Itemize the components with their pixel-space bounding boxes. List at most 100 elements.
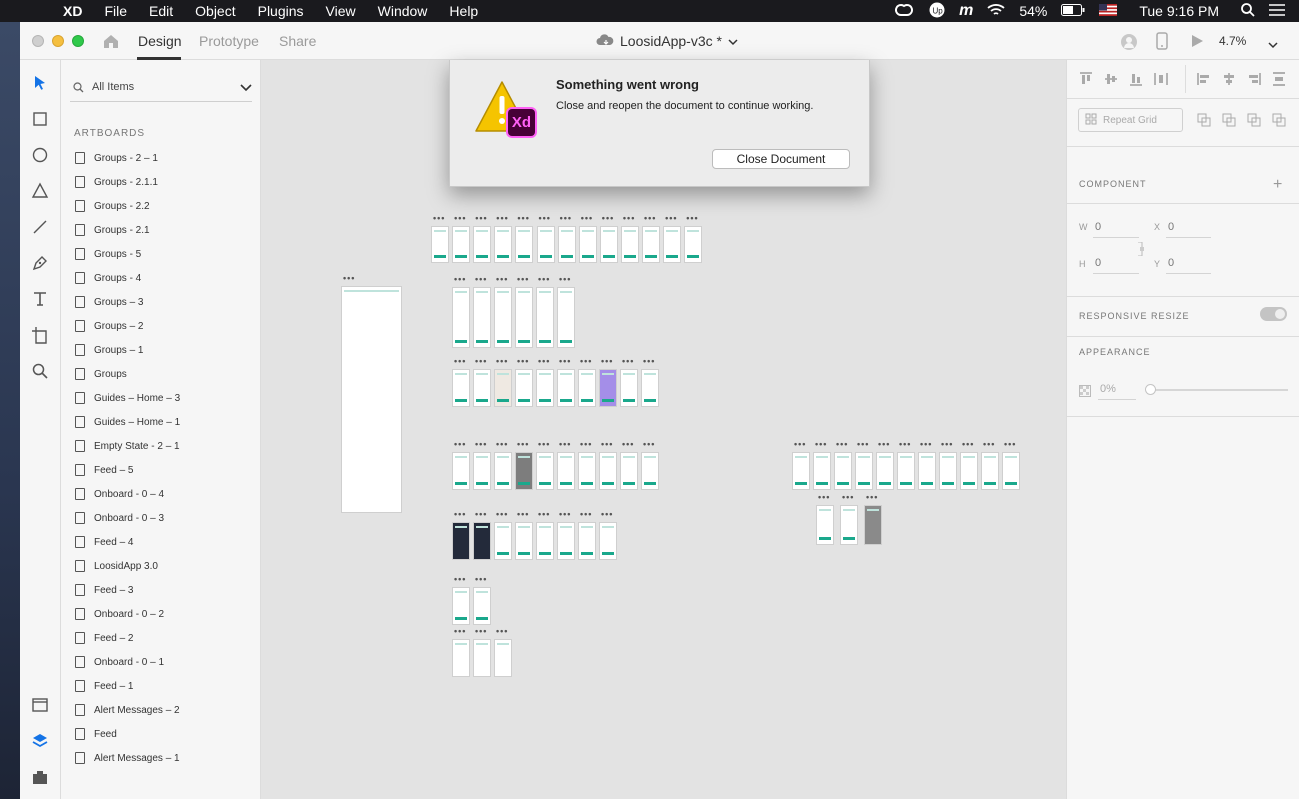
- artboard-list-item[interactable]: Groups - 2.1: [75, 220, 150, 240]
- artboard-thumbnail[interactable]: [515, 287, 533, 348]
- artboard-thumbnail[interactable]: [557, 522, 575, 560]
- distribute-vertical-icon[interactable]: [1154, 72, 1168, 91]
- artboard-thumbnail[interactable]: [473, 522, 491, 560]
- rectangle-tool-icon[interactable]: [31, 110, 49, 128]
- artboard-thumbnail[interactable]: [876, 452, 894, 490]
- artboard-thumbnail[interactable]: [473, 639, 491, 677]
- artboard-thumbnail[interactable]: [494, 522, 512, 560]
- polygon-tool-icon[interactable]: [31, 182, 49, 200]
- artboard-thumbnail[interactable]: [494, 287, 512, 348]
- artboard-list-item[interactable]: Feed – 4: [75, 532, 133, 552]
- artboard-list-item[interactable]: Onboard - 0 – 2: [75, 604, 164, 624]
- artboard-list-item[interactable]: Onboard - 0 – 3: [75, 508, 164, 528]
- artboard-thumbnail[interactable]: [840, 505, 858, 545]
- artboard-thumbnail[interactable]: [1002, 452, 1020, 490]
- artboard-thumbnail[interactable]: [494, 452, 512, 490]
- artboard-thumbnail[interactable]: [684, 226, 703, 263]
- pen-tool-icon[interactable]: [31, 254, 49, 272]
- artboard-thumbnail[interactable]: [536, 287, 554, 348]
- artboard-thumbnail[interactable]: [557, 226, 576, 263]
- battery-icon[interactable]: [1061, 3, 1085, 19]
- artboard-thumbnail[interactable]: [816, 505, 834, 545]
- artboard-thumbnail[interactable]: [557, 287, 575, 348]
- artboard-thumbnail[interactable]: [473, 452, 491, 490]
- menubar-clock[interactable]: Tue 9:16 PM: [1131, 3, 1227, 19]
- artboard-list-item[interactable]: Guides – Home – 3: [75, 388, 180, 408]
- zoom-chevron-down-icon[interactable]: [1268, 36, 1278, 54]
- wifi-icon[interactable]: [987, 3, 1005, 20]
- artboard-thumbnail[interactable]: [452, 587, 470, 625]
- artboard-thumbnail[interactable]: [642, 226, 660, 263]
- artboard-list-item[interactable]: Groups - 2.1.1: [75, 172, 158, 192]
- artboard-thumbnail[interactable]: [536, 522, 554, 560]
- artboard-thumbnail[interactable]: [557, 369, 575, 407]
- artboard-list-item[interactable]: Groups – 3: [75, 292, 143, 312]
- artboard-thumbnail[interactable]: [855, 452, 873, 490]
- control-center-icon[interactable]: [1269, 3, 1285, 19]
- align-center-icon[interactable]: [1222, 72, 1236, 91]
- artboard-list-item[interactable]: LoosidApp 3.0: [75, 556, 158, 576]
- artboard-thumbnail[interactable]: [599, 522, 617, 560]
- maximize-window-button[interactable]: [72, 35, 84, 47]
- height-field[interactable]: 0: [1095, 257, 1101, 269]
- artboard-thumbnail[interactable]: [473, 369, 491, 407]
- artboard-thumbnail[interactable]: [641, 452, 659, 490]
- artboard-list-item[interactable]: Groups – 1: [75, 340, 143, 360]
- lock-aspect-icon[interactable]: [1137, 241, 1145, 261]
- boolean-exclude-icon[interactable]: [1272, 113, 1286, 132]
- artboard-thumbnail[interactable]: [473, 587, 491, 625]
- artboard-list-item[interactable]: Alert Messages – 2: [75, 700, 180, 720]
- artboard-thumbnail[interactable]: [515, 452, 533, 490]
- add-component-icon[interactable]: +: [1273, 176, 1282, 194]
- boolean-intersect-icon[interactable]: [1247, 113, 1261, 132]
- tab-design[interactable]: Design: [138, 33, 182, 49]
- share-user-icon[interactable]: [1120, 33, 1138, 56]
- responsive-resize-toggle[interactable]: [1260, 307, 1287, 321]
- opacity-slider-handle[interactable]: [1145, 384, 1156, 395]
- artboard-thumbnail[interactable]: [939, 452, 957, 490]
- artboard-tool-icon[interactable]: [31, 326, 49, 344]
- artboard-list-item[interactable]: Groups - 4: [75, 268, 141, 288]
- artboard-thumbnail[interactable]: [620, 226, 639, 263]
- tab-prototype[interactable]: Prototype: [199, 33, 259, 49]
- artboard-list-item[interactable]: Feed – 1: [75, 676, 133, 696]
- distribute-horizontal-icon[interactable]: [1272, 72, 1286, 91]
- close-document-button[interactable]: Close Document: [712, 149, 850, 169]
- repeat-grid-button[interactable]: Repeat Grid: [1078, 108, 1183, 132]
- artboard-thumbnail[interactable]: [536, 452, 554, 490]
- flag-us-icon[interactable]: [1099, 3, 1118, 19]
- artboard-thumbnail[interactable]: [813, 452, 831, 490]
- artboard-thumbnail[interactable]: [663, 226, 682, 263]
- artboard-thumbnail[interactable]: [452, 287, 470, 348]
- spotlight-search-icon[interactable]: [1241, 2, 1255, 20]
- artboard-thumbnail[interactable]: [494, 639, 512, 677]
- menu-plugins[interactable]: Plugins: [247, 0, 315, 22]
- artboard-list-item[interactable]: Groups - 2.2: [75, 196, 150, 216]
- artboard-list-item[interactable]: Feed – 2: [75, 628, 133, 648]
- artboard-thumbnail[interactable]: [960, 452, 978, 490]
- artboard-thumbnail[interactable]: [452, 369, 470, 407]
- menu-file[interactable]: File: [93, 0, 138, 22]
- artboard-list-item[interactable]: Onboard - 0 – 1: [75, 652, 164, 672]
- script-m-icon[interactable]: m: [959, 2, 973, 20]
- document-title-menu[interactable]: LoosidApp-v3c *: [596, 33, 738, 49]
- artboard-thumbnail[interactable]: [834, 452, 852, 490]
- device-preview-icon[interactable]: [1156, 32, 1168, 55]
- artboard-thumbnail[interactable]: [494, 226, 513, 263]
- align-left-icon[interactable]: [1197, 72, 1211, 91]
- artboard-thumbnail[interactable]: [452, 226, 471, 263]
- artboard-thumbnail[interactable]: [515, 369, 533, 407]
- artboard-thumbnail[interactable]: [641, 369, 659, 407]
- artboard-thumbnail[interactable]: [599, 369, 617, 407]
- artboard-thumbnail[interactable]: [452, 639, 470, 677]
- artboard-thumbnail[interactable]: [473, 287, 491, 348]
- menu-app-name[interactable]: XD: [52, 0, 93, 22]
- assets-panel-icon[interactable]: [31, 696, 49, 714]
- artboard-thumbnail[interactable]: [981, 452, 999, 490]
- artboard-thumbnail[interactable]: [620, 452, 638, 490]
- line-tool-icon[interactable]: [31, 218, 49, 236]
- home-icon[interactable]: [102, 32, 120, 50]
- menu-edit[interactable]: Edit: [138, 0, 184, 22]
- artboard-list-item[interactable]: Empty State - 2 – 1: [75, 436, 180, 456]
- width-field[interactable]: 0: [1095, 221, 1101, 233]
